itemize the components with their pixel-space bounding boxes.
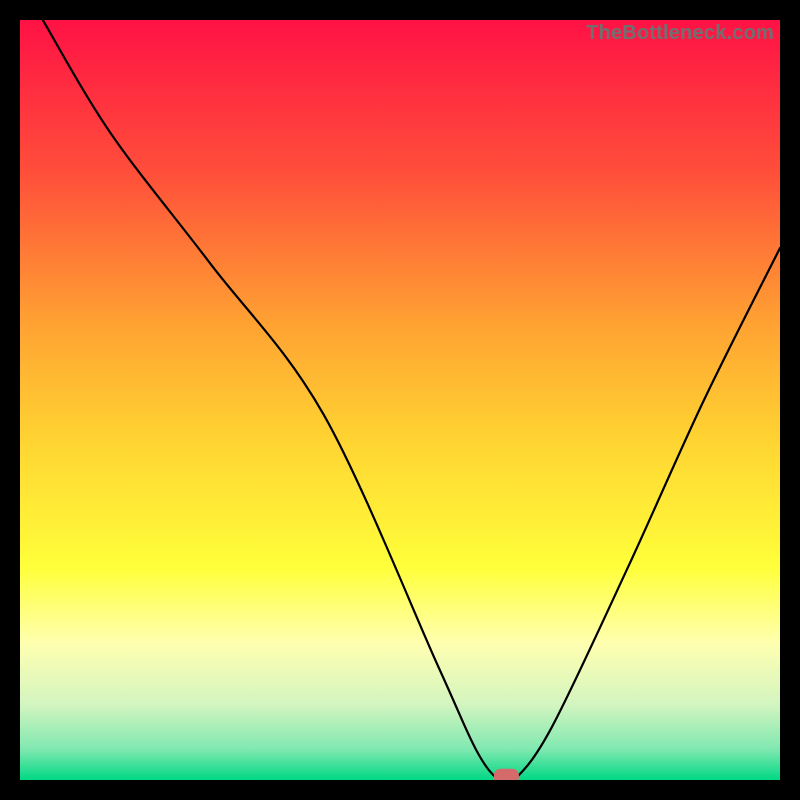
bottleneck-chart (20, 20, 780, 780)
gradient-fill (20, 20, 780, 780)
watermark-text: TheBottleneck.com (586, 22, 774, 45)
optimal-point-marker (494, 769, 518, 780)
chart-frame: TheBottleneck.com (20, 20, 780, 780)
